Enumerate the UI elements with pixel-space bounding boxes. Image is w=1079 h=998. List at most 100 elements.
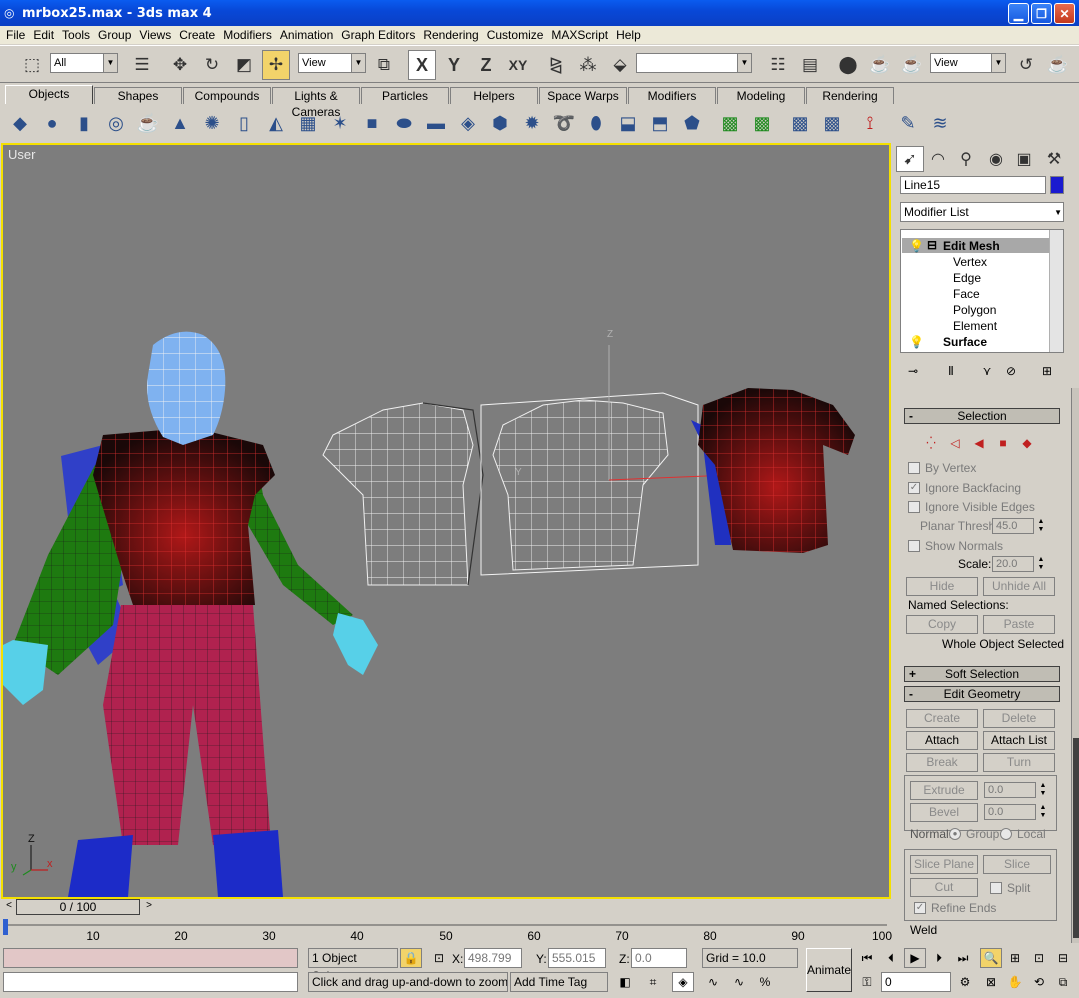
unhide-all-button[interactable]: Unhide All (983, 577, 1055, 596)
pyramid-icon[interactable]: ◭ (263, 110, 289, 136)
snap-toggle-icon[interactable]: ⌗ (642, 972, 664, 992)
time-config-icon[interactable]: ⚙ (954, 972, 976, 992)
menu-customize[interactable]: Customize (487, 28, 544, 42)
create-button[interactable]: Create (906, 709, 978, 728)
oiltank-icon[interactable]: ⬬ (391, 110, 417, 136)
angle-snap-icon[interactable]: ◈ (672, 972, 694, 992)
maximize-button[interactable]: ❐ (1031, 3, 1052, 24)
quick-render-icon[interactable]: ☕ (898, 50, 926, 80)
tab-space-warps[interactable]: Space Warps (539, 87, 627, 104)
teapot-icon[interactable]: ☕ (135, 110, 161, 136)
tab-lights-cameras[interactable]: Lights & Cameras (272, 87, 360, 119)
motion-panel-icon[interactable]: ◉ (982, 146, 1010, 172)
scale-spinner[interactable]: 20.0 ▲ ▼ (992, 556, 1044, 572)
named-selection-dropdown[interactable]: ▼ (636, 53, 752, 73)
track-bar[interactable]: 10 20 30 40 50 60 70 80 90 100 (0, 917, 892, 943)
edit-geometry-rollout-header[interactable]: - Edit Geometry (904, 686, 1060, 702)
tab-objects[interactable]: Objects (5, 85, 93, 104)
go-to-end-icon[interactable]: ⏭ (952, 948, 974, 968)
maxscript-listener-white[interactable] (3, 972, 298, 992)
x-coordinate-field[interactable]: 498.799 (464, 948, 522, 968)
torus-icon[interactable]: ◎ (103, 110, 129, 136)
close-button[interactable]: ✕ (1054, 3, 1075, 24)
scale-icon[interactable]: ◩ (230, 50, 258, 80)
arc-rotate-icon[interactable]: ⟲ (1028, 972, 1050, 992)
modify-panel-icon[interactable]: ◠ (924, 146, 952, 172)
lightbulb-icon[interactable]: 💡 (909, 239, 924, 253)
mirror-icon[interactable]: ⧎ (542, 50, 570, 80)
slice-plane-button[interactable]: Slice Plane (910, 855, 978, 874)
zoom-extents-all-icon[interactable]: ⊟ (1052, 948, 1074, 968)
maxscript-listener-pink[interactable] (3, 948, 298, 968)
show-end-result-icon[interactable]: Ⅱ (940, 361, 962, 381)
next-frame-icon[interactable]: ⏵ (928, 948, 950, 968)
collapse-icon[interactable]: ⊟ (927, 238, 937, 252)
scrollbar-thumb[interactable] (1073, 738, 1079, 938)
menu-rendering[interactable]: Rendering (423, 28, 478, 42)
geosphere-icon[interactable]: ✺ (199, 110, 225, 136)
percent-snap-icon[interactable]: ∿ (702, 972, 724, 992)
display-panel-icon[interactable]: ▣ (1010, 146, 1038, 172)
track-view-icon[interactable]: ☷ (764, 50, 792, 80)
menu-create[interactable]: Create (179, 28, 215, 42)
break-button[interactable]: Break (906, 753, 978, 772)
add-time-tag[interactable]: Add Time Tag (510, 972, 608, 992)
current-frame-field[interactable]: 0 (881, 972, 951, 992)
axis-z-button[interactable]: Z (472, 50, 500, 80)
tab-shapes[interactable]: Shapes (94, 87, 182, 104)
menu-tools[interactable]: Tools (62, 28, 90, 42)
lightbulb-icon[interactable]: 💡 (909, 335, 924, 349)
array-icon[interactable]: ⁂ (574, 50, 602, 80)
minimize-button[interactable]: ▁ (1008, 3, 1029, 24)
ringwave-icon[interactable]: ✹ (519, 110, 545, 136)
menu-help[interactable]: Help (616, 28, 641, 42)
stack-scrollbar[interactable] (1049, 230, 1063, 352)
slice-button[interactable]: Slice (983, 855, 1051, 874)
object-color-swatch[interactable] (1050, 176, 1064, 194)
extrude-spinner[interactable]: 0.0 ▲ ▼ (984, 782, 1046, 798)
edge-level-icon[interactable]: ◁ (944, 433, 966, 453)
show-normals-checkbox[interactable]: Show Normals (908, 539, 1003, 553)
schematic-view-icon[interactable]: ▤ (796, 50, 824, 80)
previous-frame-icon[interactable]: ⏴ (880, 948, 902, 968)
tab-particles[interactable]: Particles (361, 87, 449, 104)
time-next-arrow-icon[interactable]: > (142, 900, 156, 914)
group-radio[interactable]: ● Group (949, 827, 999, 841)
key-mode-icon[interactable]: ⚿ (856, 972, 878, 992)
stack-element[interactable]: Element (953, 319, 997, 333)
pan-icon[interactable]: ✋ (1004, 972, 1026, 992)
time-slider-thumb[interactable]: 0 / 100 (16, 899, 140, 915)
stack-vertex[interactable]: Vertex (953, 255, 987, 269)
select-manipulate-icon[interactable]: ✢ (262, 50, 290, 80)
patch-quad-icon[interactable]: ▩ (717, 110, 743, 136)
patch-tri-icon[interactable]: ▩ (749, 110, 775, 136)
ignore-visible-edges-checkbox[interactable]: Ignore Visible Edges (908, 500, 1035, 514)
magnet-snap-icon[interactable]: % (754, 972, 776, 992)
menu-maxscript[interactable]: MAXScript (551, 28, 608, 42)
render-last-icon[interactable]: ↺ (1012, 50, 1040, 80)
turn-button[interactable]: Turn (983, 753, 1055, 772)
torus-knot-icon[interactable]: ➰ (551, 110, 577, 136)
nurbs-cv-icon[interactable]: ▩ (787, 110, 813, 136)
cylinder-icon[interactable]: ▮ (71, 110, 97, 136)
ik-icon[interactable]: ✎ (895, 110, 921, 136)
extrude-button[interactable]: Extrude (910, 781, 978, 800)
bevel-spinner[interactable]: 0.0 ▲ ▼ (984, 804, 1046, 820)
spinner-snap-icon[interactable]: ∿ (728, 972, 750, 992)
stack-face[interactable]: Face (953, 287, 980, 301)
vertex-level-icon[interactable]: ⁛ (920, 433, 942, 453)
element-level-icon[interactable]: ◆ (1016, 433, 1038, 453)
animate-button[interactable]: Animate (806, 948, 852, 992)
menu-animation[interactable]: Animation (280, 28, 333, 42)
play-icon[interactable]: ▶ (904, 948, 926, 968)
wireframe-torso-2[interactable]: Z X Y (480, 329, 734, 576)
character-model[interactable] (3, 331, 378, 897)
plane-icon[interactable]: ▦ (295, 110, 321, 136)
z-coordinate-field[interactable]: 0.0 (631, 948, 687, 968)
chamfer-box-icon[interactable]: ■ (359, 110, 385, 136)
by-vertex-checkbox[interactable]: By Vertex (908, 461, 976, 475)
make-unique-icon[interactable]: ⋎ (976, 361, 998, 381)
pivot-center-icon[interactable]: ⧉ (370, 50, 398, 80)
y-coordinate-field[interactable]: 555.015 (548, 948, 606, 968)
tab-modeling[interactable]: Modeling (717, 87, 805, 104)
